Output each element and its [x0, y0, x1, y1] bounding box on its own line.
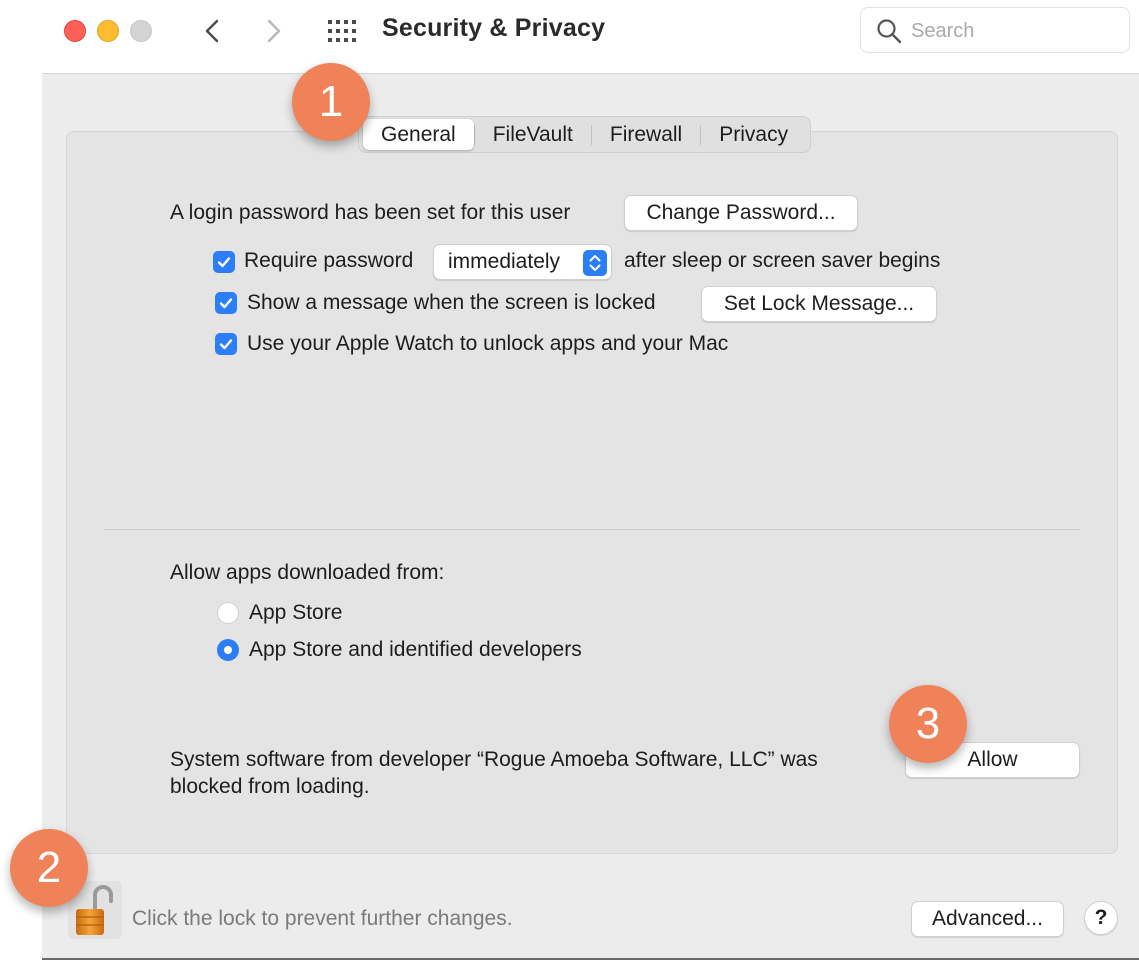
app-store-identified-radio-label: App Store and identified developers — [249, 638, 582, 661]
callout-badge-1: 1 — [292, 63, 370, 141]
tab-bar: General FileVault Firewall Privacy — [358, 116, 812, 153]
tab-privacy[interactable]: Privacy — [701, 119, 806, 150]
minimize-window-button[interactable] — [97, 20, 119, 42]
app-store-identified-radio[interactable] — [217, 639, 239, 661]
search-icon — [877, 19, 902, 44]
tab-firewall[interactable]: Firewall — [592, 119, 700, 150]
search-input[interactable] — [911, 16, 1111, 46]
search-field[interactable] — [860, 7, 1130, 53]
zoom-window-button[interactable] — [130, 20, 152, 42]
chevron-right-icon — [267, 19, 281, 43]
password-delay-popup[interactable]: immediately — [433, 244, 612, 280]
login-password-text: A login password has been set for this u… — [170, 201, 571, 224]
app-store-radio-label: App Store — [249, 601, 343, 624]
checkmark-icon — [219, 339, 233, 350]
forward-button[interactable] — [256, 14, 290, 48]
title-bar: Security & Privacy — [0, 0, 1139, 72]
callout-badge-3: 3 — [889, 685, 967, 763]
radio-dot — [224, 646, 232, 654]
show-message-checkbox[interactable] — [215, 292, 237, 314]
chevron-left-icon — [205, 19, 219, 43]
change-password-button[interactable]: Change Password... — [624, 195, 858, 231]
tab-general[interactable]: General — [363, 119, 474, 150]
close-window-button[interactable] — [64, 20, 86, 42]
popup-arrows-icon — [583, 250, 607, 276]
window-bottom-edge — [42, 958, 1139, 964]
require-password-checkbox[interactable] — [213, 251, 235, 273]
advanced-button[interactable]: Advanced... — [911, 901, 1064, 937]
window-title: Security & Privacy — [382, 14, 606, 42]
tab-filevault[interactable]: FileVault — [475, 119, 591, 150]
password-delay-value: immediately — [448, 250, 561, 273]
callout-badge-2: 2 — [10, 829, 88, 907]
blocked-software-text-line2: blocked from loading. — [170, 775, 370, 798]
blocked-software-text: System software from developer “Rogue Am… — [170, 748, 818, 771]
apple-watch-label: Use your Apple Watch to unlock apps and … — [247, 332, 729, 355]
lock-caption: Click the lock to prevent further change… — [132, 907, 513, 930]
app-store-radio[interactable] — [217, 602, 239, 624]
show-all-grid-button[interactable] — [326, 18, 358, 44]
allow-apps-heading: Allow apps downloaded from: — [170, 561, 445, 584]
checkmark-icon — [217, 257, 231, 268]
apple-watch-checkbox[interactable] — [215, 333, 237, 355]
set-lock-message-button[interactable]: Set Lock Message... — [701, 286, 937, 322]
back-button[interactable] — [196, 14, 230, 48]
show-message-label: Show a message when the screen is locked — [247, 291, 656, 314]
grid-icon — [328, 20, 356, 42]
require-password-label: Require password — [244, 249, 414, 272]
help-button[interactable]: ? — [1084, 901, 1118, 935]
checkmark-icon — [219, 298, 233, 309]
require-password-suffix: after sleep or screen saver begins — [624, 249, 941, 272]
section-divider — [104, 529, 1080, 530]
